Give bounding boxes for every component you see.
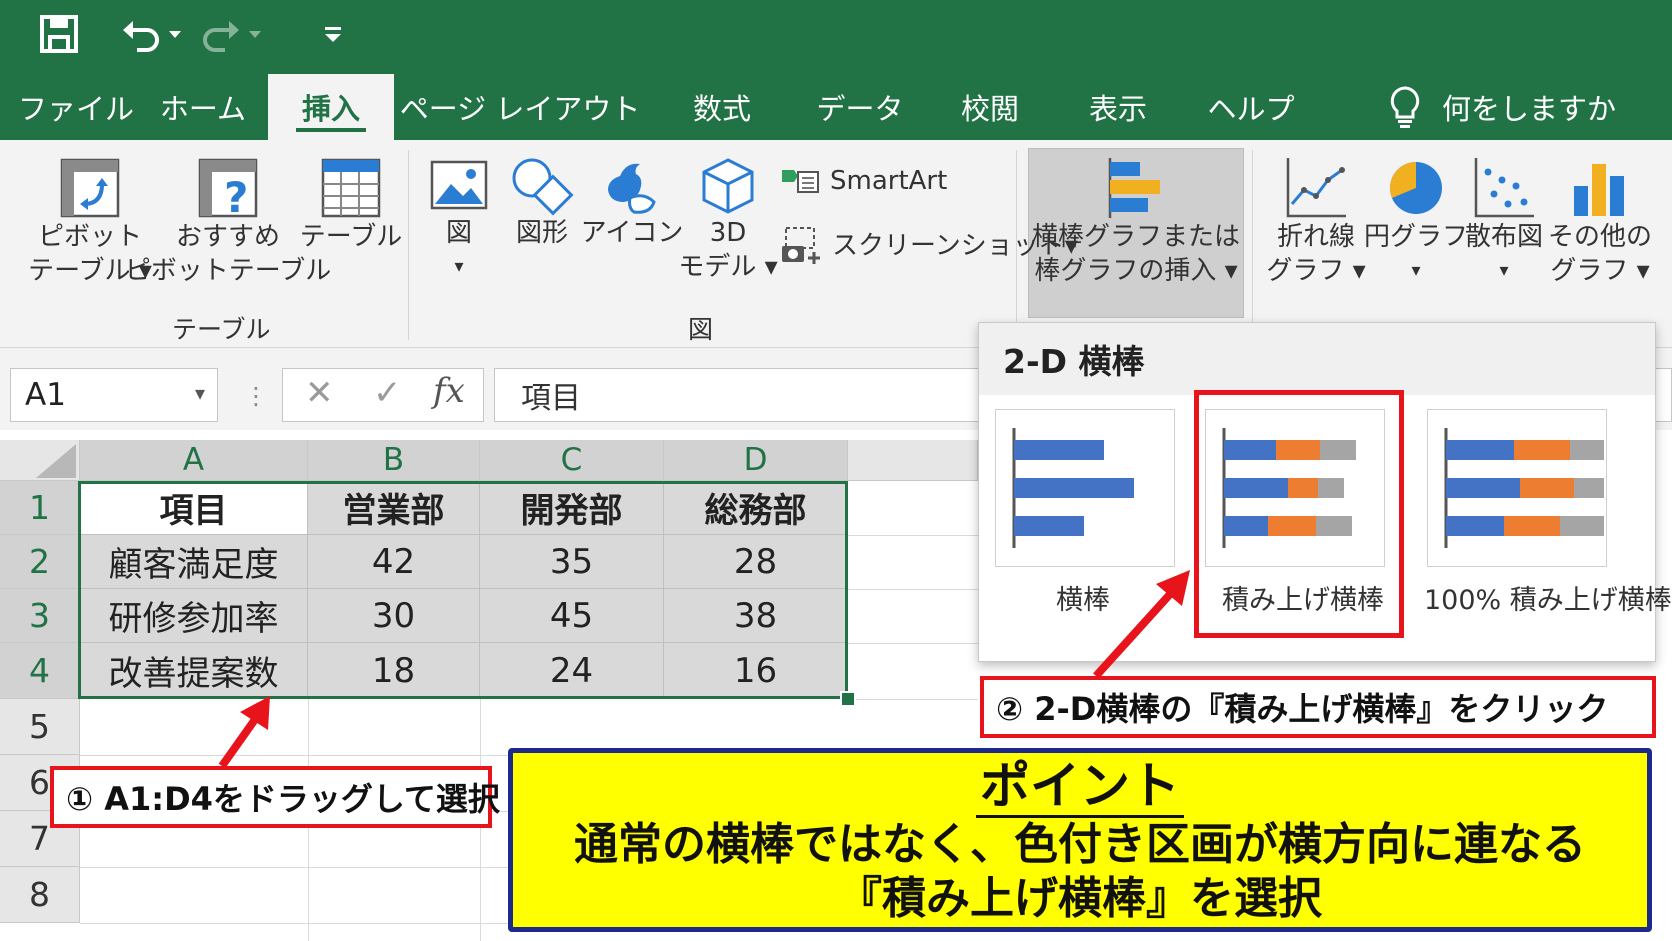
point-line-2: 『積み上げ横棒』を選択 <box>838 873 1322 924</box>
step2-callout: ② 2-D横棒の『積み上げ横棒』をクリック <box>980 676 1656 738</box>
step1-callout: ① A1:D4をドラッグして選択 <box>50 766 500 828</box>
point-title: ポイント <box>976 757 1184 818</box>
point-callout: ポイント 通常の横棒ではなく、色付き区画が横方向に連なる 『積み上げ横棒』を選択 <box>508 748 1652 932</box>
point-line-1: 通常の横棒ではなく、色付き区画が横方向に連なる <box>574 819 1586 870</box>
